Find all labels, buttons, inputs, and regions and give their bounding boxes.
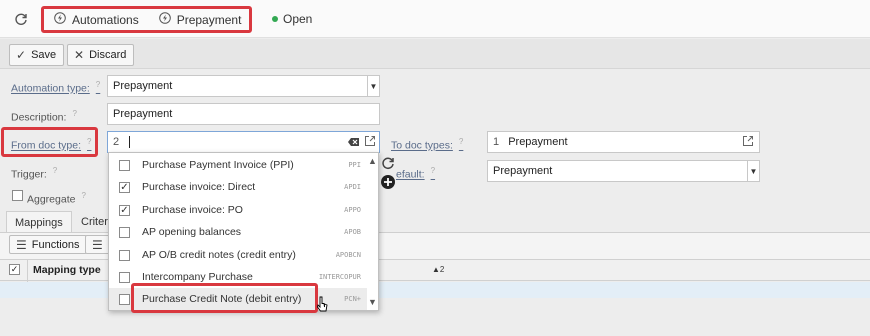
to-doc-types-input[interactable]: 1 Prepayment [487,131,760,153]
from-doc-type-input[interactable]: 2 [107,131,380,153]
option-checkbox[interactable]: ✓ [119,181,130,193]
automation-type-label[interactable]: Automation type:? [11,80,100,95]
external-link-icon[interactable] [742,135,754,147]
external-link-icon[interactable] [364,135,376,147]
status-dot-icon [272,16,278,22]
tab-mappings[interactable]: Mappings [6,211,72,233]
dropdown-option[interactable]: AP opening balances APOB [109,221,367,243]
aggregate-label: Aggregate? [27,191,86,206]
option-checkbox[interactable] [119,159,130,171]
mouse-cursor-icon [317,296,329,314]
default-select[interactable]: Prepayment ▼ [487,160,760,182]
breadcrumb-item-automations[interactable]: Automations [44,9,149,30]
description-label: Description:? [11,109,77,124]
add-icon[interactable] [380,174,396,190]
option-checkbox[interactable] [119,226,130,238]
dropdown-option[interactable]: Purchase Payment Invoice (PPI) PPI [109,154,367,176]
chevron-down-icon[interactable]: ▼ [747,161,759,181]
select-all-checkbox[interactable]: ✓ [9,264,20,275]
option-checkbox[interactable] [119,293,130,305]
to-doc-types-count: 1 [493,136,500,148]
help-icon: ? [72,109,77,118]
save-button[interactable]: ✓ Save [9,44,65,66]
help-icon: ? [81,191,86,200]
dropdown-option[interactable]: AP O/B credit notes (credit entry) APOBC… [109,244,367,266]
to-doc-types-label[interactable]: To doc types:? [391,137,463,152]
aggregate-checkbox[interactable] [12,190,23,201]
discard-button[interactable]: ✕ Discard [67,44,135,66]
option-checkbox[interactable] [119,249,130,261]
trigger-label: Trigger:? [11,166,58,181]
clear-icon[interactable] [347,135,361,149]
checkmark-icon: ✓ [16,48,27,62]
menu-icon: ☰ [92,237,103,252]
chevron-down-icon[interactable]: ▼ [367,76,379,96]
functions-button-label: Functions [31,238,80,251]
status-badge: Open [272,12,312,26]
breadcrumb-label: Automations [72,12,139,27]
bolt-icon [54,12,66,27]
text-cursor [129,136,131,149]
scroll-down-icon[interactable]: ▼ [368,297,377,307]
save-button-label: Save [31,49,57,61]
description-input[interactable]: Prepayment [107,103,380,125]
option-checkbox[interactable] [119,271,130,283]
breadcrumb: Automations Prepayment [41,6,252,33]
menu-icon: ☰ [16,237,27,252]
discard-button-label: Discard [89,49,127,61]
dropdown-option[interactable]: ✓ Purchase invoice: PO APPO [109,199,367,221]
scroll-up-icon[interactable]: ▲ [368,156,377,166]
help-icon: ? [87,137,92,146]
sort-indicator[interactable]: ▲2 [432,265,444,274]
help-icon: ? [458,137,464,146]
breadcrumb-label: Prepayment [176,12,242,27]
option-checkbox[interactable]: ✓ [119,204,130,216]
status-label: Open [283,12,313,26]
to-doc-types-value: Prepayment [508,136,568,148]
close-icon: ✕ [74,48,85,62]
column-header-mapping-type[interactable]: Mapping type [33,264,101,276]
highlight-box [131,283,318,313]
help-icon: ? [52,166,58,175]
refresh-icon[interactable] [12,10,30,28]
from-doc-type-count: 2 [113,136,120,148]
breadcrumb-item-prepayment[interactable]: Prepayment [149,9,252,30]
dropdown-option[interactable]: ✓ Purchase invoice: Direct APDI [109,176,367,198]
dropdown-scrollbar[interactable]: ▲ ▼ [366,153,378,310]
description-value: Prepayment [113,108,173,120]
help-icon: ? [430,166,436,175]
default-value: Prepayment [493,165,553,177]
automation-type-select[interactable]: Prepayment ▼ [107,75,380,97]
automation-type-value: Prepayment [113,80,173,92]
from-doc-type-label[interactable]: From doc type:? [11,137,91,152]
refresh-icon[interactable] [380,155,396,171]
functions-button[interactable]: ☰ Functions [9,235,88,254]
bolt-icon [158,12,171,27]
help-icon: ? [95,80,101,89]
default-label[interactable]: efault:? [396,166,435,181]
